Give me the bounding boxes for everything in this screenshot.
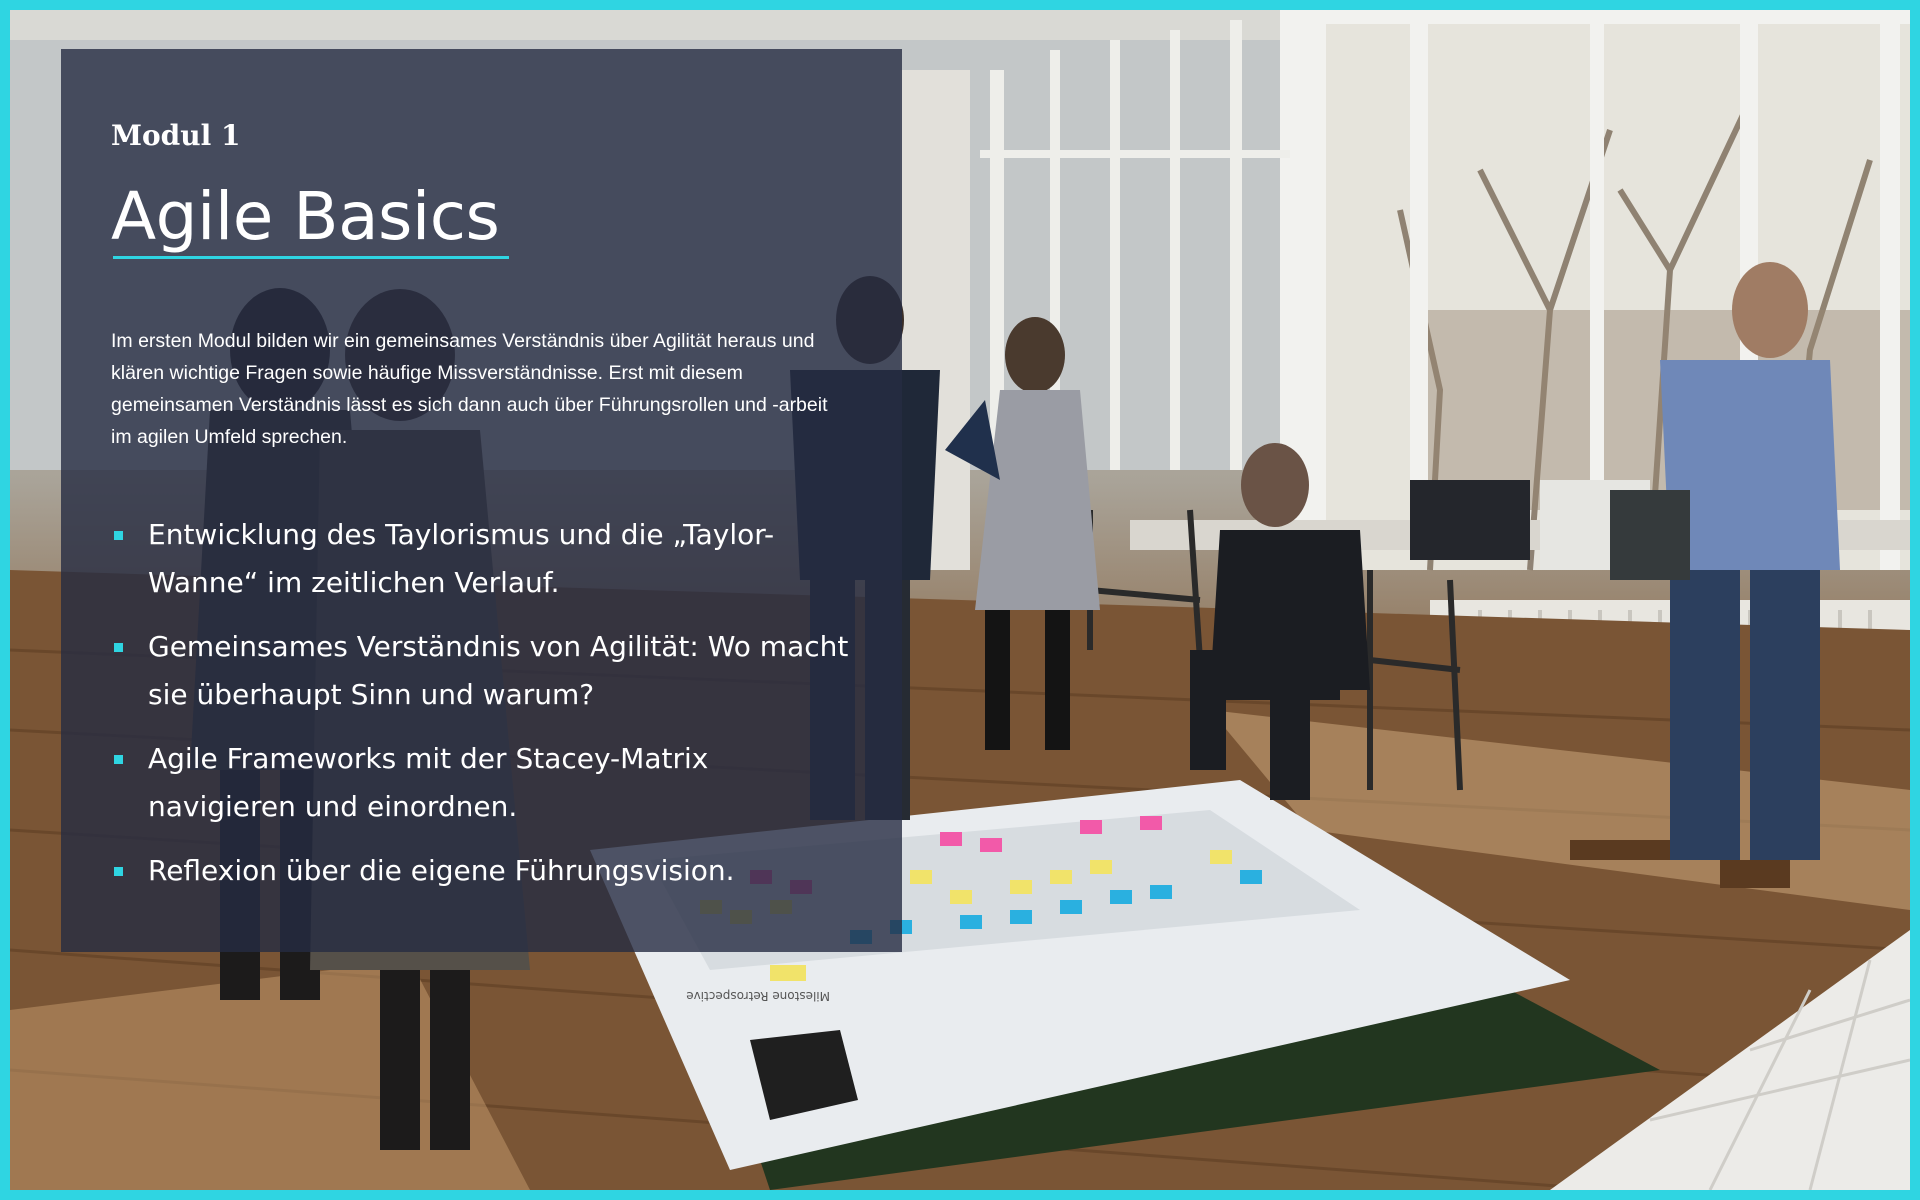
bullet-square-icon: [114, 531, 123, 540]
bullet-square-icon: [114, 755, 123, 764]
list-item: Entwicklung des Taylorismus und die „Tay…: [111, 511, 851, 607]
module-label: Modul 1: [111, 119, 241, 152]
module-info-panel: Modul 1 Agile Basics Im ersten Modul bil…: [61, 49, 902, 952]
list-item-text: Gemeinsames Verständnis von Agilität: Wo…: [148, 630, 849, 711]
list-item-text: Entwicklung des Taylorismus und die „Tay…: [148, 518, 775, 599]
title-underline: [113, 256, 509, 259]
page-title: Agile Basics: [111, 178, 500, 255]
list-item-text: Agile Frameworks mit der Stacey-Matrix n…: [148, 742, 709, 823]
intro-paragraph: Im ersten Modul bilden wir ein gemeinsam…: [111, 330, 828, 448]
list-item: Agile Frameworks mit der Stacey-Matrix n…: [111, 735, 851, 831]
list-item-text: Reflexion über die eigene Führungsvision…: [148, 854, 735, 887]
list-item: Reflexion über die eigene Führungsvision…: [111, 847, 851, 895]
board-label: Milestone Retrospective: [686, 989, 830, 1003]
list-item: Gemeinsames Verständnis von Agilität: Wo…: [111, 623, 851, 719]
topic-list: Entwicklung des Taylorismus und die „Tay…: [111, 511, 851, 911]
bullet-square-icon: [114, 643, 123, 652]
bullet-square-icon: [114, 867, 123, 876]
